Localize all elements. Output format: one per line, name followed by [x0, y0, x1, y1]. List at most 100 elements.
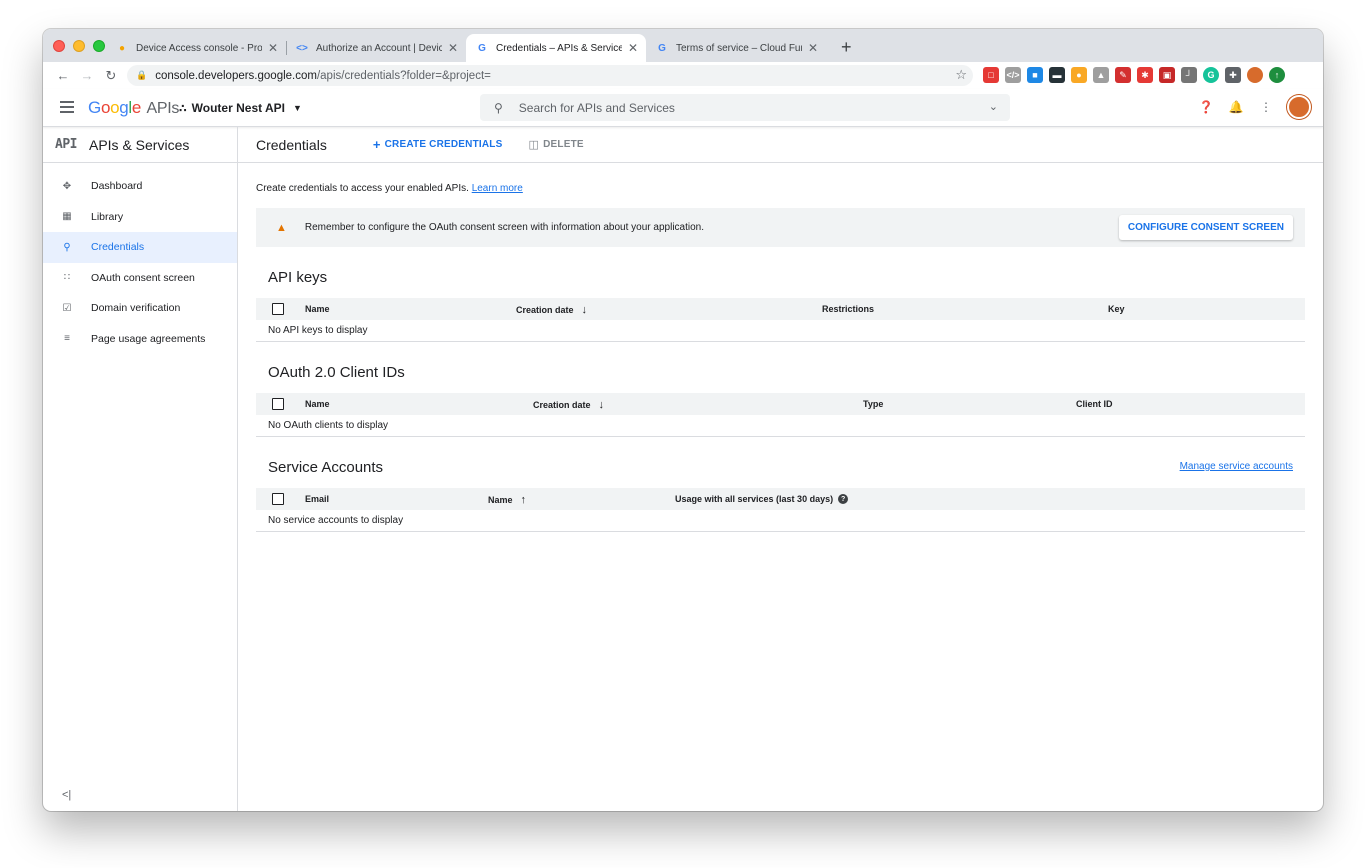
extension-icon[interactable]: ✱	[1137, 67, 1153, 83]
create-credentials-button[interactable]: + CREATE CREDENTIALS	[373, 137, 503, 152]
manage-service-accounts-link[interactable]: Manage service accounts	[1180, 461, 1293, 472]
column-name[interactable]: Name ↑	[488, 494, 526, 506]
sidebar-item-credentials[interactable]: ⚲ Credentials	[43, 232, 237, 263]
consent-warning-banner: ▲ Remember to configure the OAuth consen…	[256, 208, 1305, 247]
extension-icon[interactable]: ┘	[1181, 67, 1197, 83]
close-tab-icon[interactable]: ✕	[268, 41, 278, 55]
search-input[interactable]: ⚲ Search for APIs and Services ⌄	[480, 94, 1010, 121]
chevron-down-icon[interactable]: ⌄	[989, 100, 998, 113]
select-all-checkbox[interactable]	[272, 398, 284, 410]
column-label: Name	[488, 495, 513, 505]
tab-title: Terms of service – Cloud Functions	[676, 42, 802, 54]
browser-tab-device-access[interactable]: ● Device Access console - Project ✕	[106, 34, 286, 62]
close-window-button[interactable]	[53, 40, 65, 52]
help-icon[interactable]: ?	[838, 494, 849, 504]
collapse-sidebar-icon[interactable]: <|	[62, 789, 71, 801]
column-label: Usage with all services (last 30 days)	[675, 494, 834, 504]
back-arrow-icon[interactable]: ←	[51, 68, 75, 83]
sidebar-item-dashboard[interactable]: ✥ Dashboard	[43, 171, 237, 202]
profile-avatar-icon[interactable]	[1247, 67, 1263, 83]
api-keys-section: API keys Name Creation date ↓ Restrictio…	[256, 269, 1305, 342]
header-actions: ❓ 🔔 ⋮	[1197, 95, 1311, 119]
configure-consent-screen-button[interactable]: CONFIGURE CONSENT SCREEN	[1118, 215, 1293, 240]
google-icon: G	[478, 42, 486, 54]
puzzle-icon[interactable]: ✚	[1225, 67, 1241, 83]
address-bar[interactable]: 🔒 console.developers.google.com/apis/cre…	[127, 65, 973, 86]
column-creation-date[interactable]: Creation date ↓	[516, 304, 587, 316]
tab-title: Credentials – APIs & Services	[496, 42, 622, 54]
menu-icon[interactable]	[60, 101, 74, 113]
sort-down-arrow-icon: ↓	[581, 304, 588, 316]
grammarly-icon[interactable]: G	[1203, 67, 1219, 83]
extension-icon[interactable]: ●	[1071, 67, 1087, 83]
consent-icon: ∷	[63, 272, 71, 284]
table-header: Name Creation date ↓ Restrictions Key	[256, 298, 1305, 320]
sidebar-item-page-usage[interactable]: ≡ Page usage agreements	[43, 324, 237, 355]
forward-arrow-icon[interactable]: →	[75, 68, 99, 83]
sidebar-item-domain-verification[interactable]: ☑ Domain verification	[43, 293, 237, 324]
avatar[interactable]	[1287, 95, 1311, 119]
learn-more-link[interactable]: Learn more	[472, 183, 523, 194]
close-tab-icon[interactable]: ✕	[448, 41, 458, 55]
delete-button[interactable]: ◫ DELETE	[529, 138, 584, 151]
extension-icon[interactable]: ■	[1027, 67, 1043, 83]
column-label: Creation date	[516, 305, 574, 315]
extension-icon[interactable]: ✎	[1115, 67, 1131, 83]
new-tab-button[interactable]: +	[841, 38, 852, 56]
select-all-checkbox[interactable]	[272, 493, 284, 505]
column-email[interactable]: Email	[305, 494, 329, 504]
plus-icon: +	[372, 137, 381, 152]
settings-list-icon: ≡	[64, 333, 70, 345]
main-body: Create credentials to access your enable…	[238, 163, 1323, 532]
empty-row: No OAuth clients to display	[268, 420, 389, 431]
browser-tab-credentials[interactable]: G Credentials – APIs & Services ✕	[466, 34, 646, 62]
sidebar-nav: ✥ Dashboard ▦ Library ⚲ Credentials ∷ OA…	[43, 163, 237, 354]
notifications-bell-icon[interactable]: 🔔	[1227, 98, 1245, 116]
sidebar-item-oauth-consent[interactable]: ∷ OAuth consent screen	[43, 263, 237, 294]
service-accounts-table: Email Name ↑ Usage with all services (la…	[256, 488, 1305, 532]
search-placeholder: Search for APIs and Services	[518, 100, 675, 115]
maximize-window-button[interactable]	[93, 40, 105, 52]
column-client-id[interactable]: Client ID	[1076, 399, 1113, 409]
extensions-bar: □ </> ■ ▬ ● ▲ ✎ ✱ ▣ ┘ G ✚ ↑	[983, 67, 1285, 83]
column-usage[interactable]: Usage with all services (last 30 days) ?	[675, 494, 849, 504]
column-type[interactable]: Type	[863, 399, 883, 409]
create-credentials-label: CREATE CREDENTIALS	[384, 139, 503, 150]
browser-tab-terms[interactable]: G Terms of service – Cloud Functions ✕	[646, 34, 826, 62]
column-key[interactable]: Key	[1108, 304, 1125, 314]
extension-icon[interactable]: ▬	[1049, 67, 1065, 83]
section-title: OAuth 2.0 Client IDs	[268, 364, 405, 381]
google-apis-logo[interactable]: Google APIs	[88, 98, 179, 118]
column-creation-date[interactable]: Creation date ↓	[533, 399, 604, 411]
sidebar-item-label: Dashboard	[91, 180, 143, 193]
sidebar-header: API APIs & Services	[43, 127, 237, 163]
project-selector[interactable]: ∴ Wouter Nest API ▼	[179, 101, 302, 115]
extension-icon[interactable]: ▣	[1159, 67, 1175, 83]
browser-toolbar: ← → ↻ 🔒 console.developers.google.com/ap…	[43, 62, 1323, 89]
column-name[interactable]: Name	[305, 304, 330, 314]
api-badge-icon: API	[55, 137, 77, 152]
sidebar-item-label: Library	[91, 210, 124, 223]
extension-icon[interactable]: </>	[1005, 67, 1021, 83]
sidebar-item-library[interactable]: ▦ Library	[43, 202, 237, 233]
close-tab-icon[interactable]: ✕	[808, 41, 818, 55]
more-vert-icon[interactable]: ⋮	[1257, 98, 1275, 116]
sidebar-item-label: OAuth consent screen	[91, 271, 195, 284]
extension-icon[interactable]: □	[983, 67, 999, 83]
column-name[interactable]: Name	[305, 399, 330, 409]
empty-row: No service accounts to display	[268, 515, 404, 526]
select-all-checkbox[interactable]	[272, 303, 284, 315]
update-icon[interactable]: ↑	[1269, 67, 1285, 83]
section-title: Service Accounts	[268, 459, 384, 476]
close-tab-icon[interactable]: ✕	[628, 41, 638, 55]
table-header: Email Name ↑ Usage with all services (la…	[256, 488, 1305, 510]
minimize-window-button[interactable]	[73, 40, 85, 52]
drive-icon[interactable]: ▲	[1093, 67, 1109, 83]
empty-row: No API keys to display	[268, 325, 368, 336]
help-icon[interactable]: ❓	[1197, 98, 1215, 116]
page-title: Credentials	[256, 136, 327, 153]
browser-tab-authorize[interactable]: <> Authorize an Account | Device ✕	[286, 34, 466, 62]
bookmark-star-icon[interactable]: ☆	[955, 67, 967, 83]
reload-icon[interactable]: ↻	[99, 68, 123, 84]
column-restrictions[interactable]: Restrictions	[822, 304, 874, 314]
